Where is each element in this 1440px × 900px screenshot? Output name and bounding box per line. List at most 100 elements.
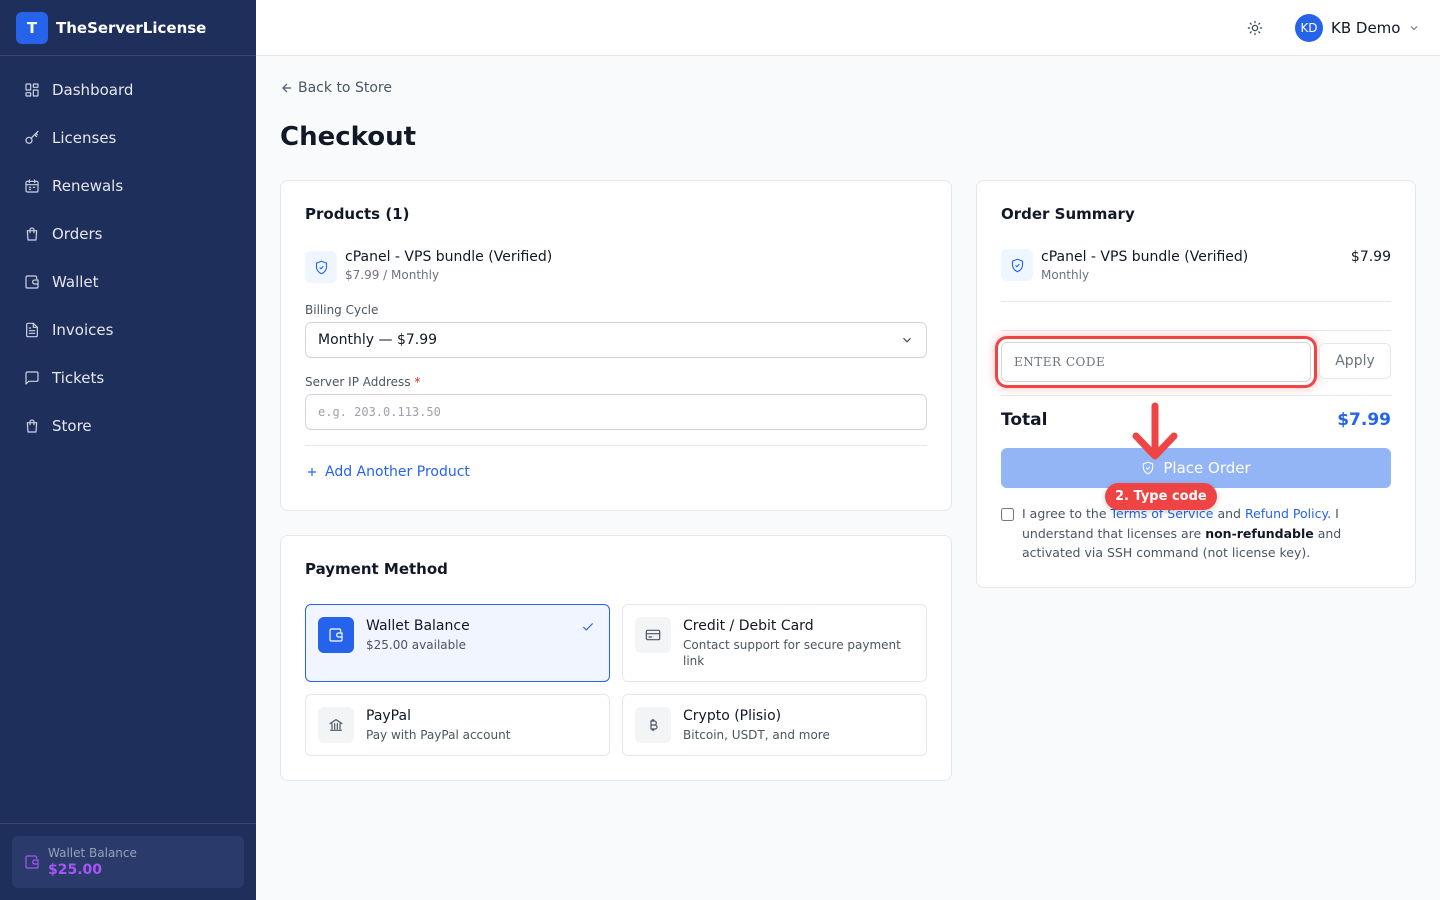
payment-method-card: Payment Method Wallet Balance $25.00 ava… — [280, 535, 952, 781]
payment-option-crypto[interactable]: Crypto (Plisio) Bitcoin, USDT, and more — [622, 694, 927, 756]
user-menu[interactable]: KD KB Demo — [1295, 14, 1420, 42]
payment-method-title: Payment Method — [305, 560, 448, 578]
wallet-icon — [25, 855, 39, 869]
shield-check-icon — [1011, 258, 1023, 272]
product-price: $7.99 / Monthly — [345, 268, 440, 282]
terms-text-part: I agree to the — [1022, 506, 1111, 521]
payment-option-name: Credit / Debit Card — [683, 618, 814, 634]
total-value: $7.99 — [1337, 410, 1391, 430]
wallet-balance-label: Wallet Balance — [48, 846, 137, 860]
sidebar-item-label: Licenses — [52, 129, 117, 147]
payment-option-name: Wallet Balance — [366, 618, 470, 634]
brand-logo: T — [16, 11, 48, 44]
payment-option-desc: Bitcoin, USDT, and more — [683, 728, 830, 742]
shield-check-icon — [315, 260, 327, 274]
billing-cycle-label: Billing Cycle — [305, 303, 379, 317]
sidebar-item-tickets[interactable]: Tickets — [0, 354, 256, 402]
server-ip-label: Server IP Address * — [305, 375, 420, 389]
arrow-left-icon — [282, 83, 292, 93]
chat-icon — [25, 371, 39, 385]
store-icon — [26, 419, 38, 433]
dashboard-icon — [25, 83, 39, 97]
server-ip-input[interactable] — [305, 394, 927, 430]
sidebar-wallet-balance[interactable]: Wallet Balance $25.00 — [12, 836, 244, 888]
payment-option-wallet[interactable]: Wallet Balance $25.00 available — [305, 604, 610, 682]
non-refundable-text: non-refundable — [1205, 525, 1314, 541]
sidebar-item-renewals[interactable]: Renewals — [0, 162, 256, 210]
sidebar-item-label: Renewals — [52, 177, 124, 195]
sidebar-item-invoices[interactable]: Invoices — [0, 306, 256, 354]
pm-icon-box — [635, 617, 671, 653]
summary-item-cycle: Monthly — [1041, 268, 1090, 282]
wallet-balance-amount: $25.00 — [48, 862, 103, 878]
bank-icon — [329, 719, 343, 731]
order-summary-card: Order Summary cPanel - VPS bundle (Verif… — [976, 180, 1416, 588]
payment-option-desc: $25.00 available — [366, 638, 466, 652]
product-icon-box — [1001, 249, 1033, 281]
summary-item-price: $7.99 — [1350, 249, 1391, 265]
apply-coupon-button[interactable]: Apply — [1319, 343, 1391, 379]
payment-option-desc: Pay with PayPal account — [366, 728, 511, 742]
chevron-down-icon — [1411, 26, 1418, 31]
required-marker: * — [414, 375, 421, 389]
pm-icon-box — [318, 617, 354, 653]
sidebar-item-label: Wallet — [52, 273, 99, 291]
sidebar-item-wallet[interactable]: Wallet — [0, 258, 256, 306]
back-link-label: Back to Store — [298, 80, 392, 96]
check-icon — [582, 623, 594, 631]
billing-cycle-value: Monthly — $7.99 — [318, 332, 438, 348]
sidebar-item-licenses[interactable]: Licenses — [0, 114, 256, 162]
sidebar-item-label: Orders — [52, 225, 103, 243]
sun-icon — [1247, 20, 1263, 36]
tutorial-arrow-icon — [1132, 402, 1178, 460]
calendar-icon — [25, 179, 39, 193]
place-order-button[interactable]: Place Order — [1001, 448, 1391, 488]
summary-item: cPanel - VPS bundle (Verified) Monthly $… — [1001, 249, 1391, 282]
payment-option-card[interactable]: Credit / Debit Card Contact support for … — [622, 604, 927, 682]
products-card: Products (1) cPanel - VPS bundle (Verifi… — [280, 180, 952, 511]
sidebar-footer: Wallet Balance $25.00 — [0, 823, 256, 900]
chevron-down-icon — [903, 337, 911, 343]
sidebar-item-dashboard[interactable]: Dashboard — [0, 66, 256, 114]
terms-text: I agree to the Terms of Service and Refu… — [1022, 504, 1391, 563]
payment-option-name: PayPal — [366, 708, 411, 724]
coupon-code-input[interactable] — [1001, 342, 1311, 382]
back-to-store-link[interactable]: Back to Store — [280, 80, 392, 96]
theme-toggle-button[interactable] — [1244, 17, 1266, 39]
brand-name: TheServerLicense — [56, 18, 207, 37]
product-item: cPanel - VPS bundle (Verified) $7.99 / M… — [305, 249, 553, 283]
divider — [305, 445, 927, 446]
payment-option-paypal[interactable]: PayPal Pay with PayPal account — [305, 694, 610, 756]
brand[interactable]: T TheServerLicense — [0, 0, 256, 56]
document-icon — [26, 322, 38, 338]
top-bar: KD KB Demo — [256, 0, 1440, 56]
selected-check — [581, 619, 595, 633]
terms-checkbox[interactable] — [1001, 508, 1014, 521]
sidebar-item-orders[interactable]: Orders — [0, 210, 256, 258]
order-summary-title: Order Summary — [1001, 205, 1135, 223]
billing-cycle-select[interactable]: Monthly — $7.99 — [305, 322, 927, 358]
add-another-product-link[interactable]: Add Another Product — [305, 464, 470, 480]
sidebar-item-label: Dashboard — [52, 81, 134, 99]
sidebar: T TheServerLicense Dashboard Licenses Re… — [0, 0, 256, 900]
sidebar-item-label: Invoices — [52, 321, 114, 339]
terms-text-part: and — [1213, 506, 1245, 521]
credit-card-icon — [645, 629, 661, 641]
pm-icon-box — [635, 707, 671, 743]
sidebar-nav: Dashboard Licenses Renewals Orders Walle… — [0, 56, 256, 450]
product-icon-box — [305, 251, 337, 283]
payment-option-desc: Contact support for secure payment link — [683, 638, 901, 668]
refund-policy-link[interactable]: Refund Policy — [1245, 506, 1327, 521]
payment-option-name: Crypto (Plisio) — [683, 708, 782, 724]
product-name: cPanel - VPS bundle (Verified) — [345, 249, 553, 265]
tutorial-hint-badge: 2. Type code — [1105, 483, 1217, 510]
server-ip-label-text: Server IP Address — [305, 375, 411, 389]
divider — [1001, 395, 1391, 396]
wallet-icon — [25, 275, 39, 289]
terms-agreement: I agree to the Terms of Service and Refu… — [1001, 504, 1391, 563]
sidebar-item-store[interactable]: Store — [0, 402, 256, 450]
user-name: KB Demo — [1331, 19, 1401, 37]
key-icon — [25, 130, 39, 144]
pm-icon-box — [318, 707, 354, 743]
bag-icon — [26, 227, 38, 241]
